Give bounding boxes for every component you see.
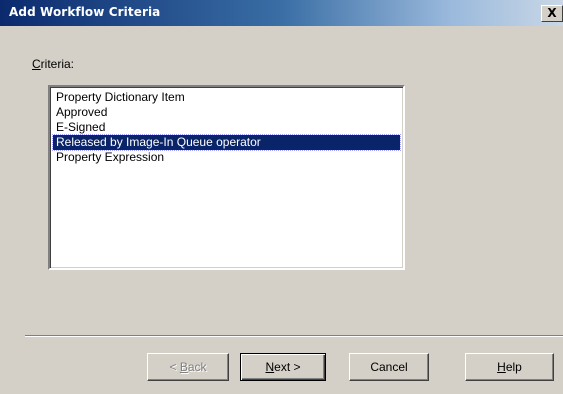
criteria-label-text: riteria: [40,57,75,71]
next-button-label: ext > [274,360,301,374]
back-button[interactable]: < Back [147,353,229,381]
list-item-property-expression[interactable]: Property Expression [53,150,400,165]
title-bar[interactable]: Add Workflow Criteria X [0,0,563,26]
close-icon: X [547,6,557,20]
list-item-property-dictionary-item[interactable]: Property Dictionary Item [53,90,400,105]
back-button-prefix: < [169,360,180,374]
help-button-label: elp [505,360,522,374]
back-button-accelerator: B [179,360,188,374]
back-button-label: ack [187,360,207,374]
help-button-accelerator: H [497,360,506,374]
list-item-e-signed[interactable]: E-Signed [53,120,400,135]
criteria-label: Criteria: [32,57,74,71]
close-button[interactable]: X [541,5,563,22]
next-button-accelerator: N [265,360,275,374]
criteria-label-accelerator: C [32,57,41,71]
next-button[interactable]: Next > [240,353,326,381]
help-button[interactable]: Help [465,353,554,381]
add-workflow-criteria-dialog: Add Workflow Criteria X Criteria: Proper… [0,0,563,394]
list-item-approved[interactable]: Approved [53,105,400,120]
list-item-released-by-image-in-queue-operator[interactable]: Released by Image-In Queue operator [52,134,401,151]
separator [25,335,563,337]
window-title: Add Workflow Criteria [9,5,161,19]
criteria-listbox[interactable]: Property Dictionary Item Approved E-Sign… [48,85,405,270]
cancel-button[interactable]: Cancel [349,353,429,381]
